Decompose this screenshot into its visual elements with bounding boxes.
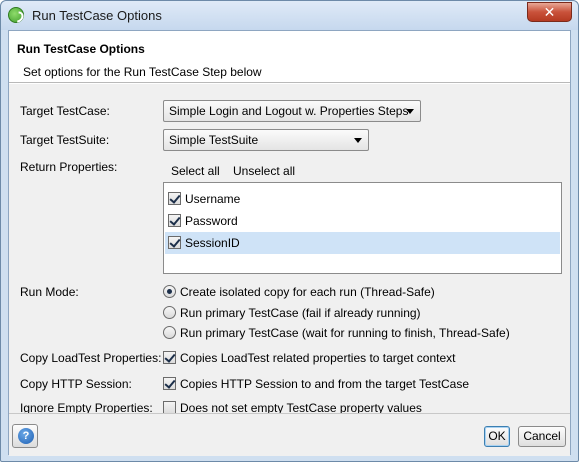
dialog-content: Run TestCase Options Set options for the… (8, 30, 571, 456)
dialog-footer: ? OK Cancel (9, 413, 570, 456)
ok-button[interactable]: OK (484, 426, 510, 447)
soapui-icon (8, 7, 24, 23)
help-button[interactable]: ? (12, 424, 38, 448)
list-item-label: SessionID (185, 236, 240, 250)
username-checkbox[interactable] (168, 192, 181, 205)
target-testcase-select[interactable]: Simple Login and Logout w. Properties St… (163, 100, 421, 122)
list-item-label: Username (185, 192, 241, 206)
dialog-header: Run TestCase Options Set options for the… (9, 31, 570, 83)
header-title: Run TestCase Options (17, 42, 145, 56)
copy-loadtest-label: Copy LoadTest Properties: (20, 351, 162, 365)
cancel-button[interactable]: Cancel (518, 426, 566, 447)
password-checkbox[interactable] (168, 214, 181, 227)
copy-loadtest-text[interactable]: Copies LoadTest related properties to ta… (180, 351, 456, 365)
target-testsuite-value: Simple TestSuite (169, 133, 259, 147)
list-item[interactable]: Password (165, 210, 560, 232)
list-item[interactable]: SessionID (165, 232, 560, 254)
close-icon: ✕ (543, 4, 556, 20)
window-title: Run TestCase Options (32, 8, 162, 23)
chevron-down-icon (354, 138, 362, 143)
run-mode-fail-radio[interactable] (163, 306, 176, 319)
return-properties-label: Return Properties: (20, 160, 118, 174)
copy-loadtest-checkbox[interactable] (163, 351, 176, 364)
chevron-down-icon (406, 109, 414, 114)
target-testcase-value: Simple Login and Logout w. Properties St… (169, 104, 409, 118)
return-properties-list: Username Password SessionID (163, 182, 562, 274)
run-mode-wait-radio[interactable] (163, 326, 176, 339)
copy-http-text[interactable]: Copies HTTP Session to and from the targ… (180, 377, 469, 391)
close-button[interactable]: ✕ (527, 2, 572, 22)
unselect-all-button[interactable]: Unselect all (233, 164, 295, 178)
target-testcase-label: Target TestCase: (20, 104, 110, 118)
help-icon: ? (18, 428, 34, 444)
target-testsuite-label: Target TestSuite: (20, 133, 110, 147)
run-mode-isolated-label[interactable]: Create isolated copy for each run (Threa… (180, 285, 435, 299)
run-mode-label: Run Mode: (20, 285, 79, 299)
run-mode-fail-label[interactable]: Run primary TestCase (fail if already ru… (180, 306, 421, 320)
list-item[interactable]: Username (165, 188, 560, 210)
list-item-label: Password (185, 214, 238, 228)
header-subtitle: Set options for the Run TestCase Step be… (23, 65, 262, 79)
title-bar[interactable]: Run TestCase Options ✕ (1, 1, 578, 30)
select-all-button[interactable]: Select all (171, 164, 220, 178)
copy-http-checkbox[interactable] (163, 377, 176, 390)
run-mode-isolated-radio[interactable] (163, 285, 176, 298)
copy-http-label: Copy HTTP Session: (20, 377, 132, 391)
sessionid-checkbox[interactable] (168, 236, 181, 249)
options-form: Target TestCase: Simple Login and Logout… (9, 84, 570, 415)
dialog-window: Run TestCase Options ✕ Run TestCase Opti… (0, 0, 579, 462)
target-testsuite-select[interactable]: Simple TestSuite (163, 129, 369, 151)
run-mode-wait-label[interactable]: Run primary TestCase (wait for running t… (180, 326, 510, 340)
